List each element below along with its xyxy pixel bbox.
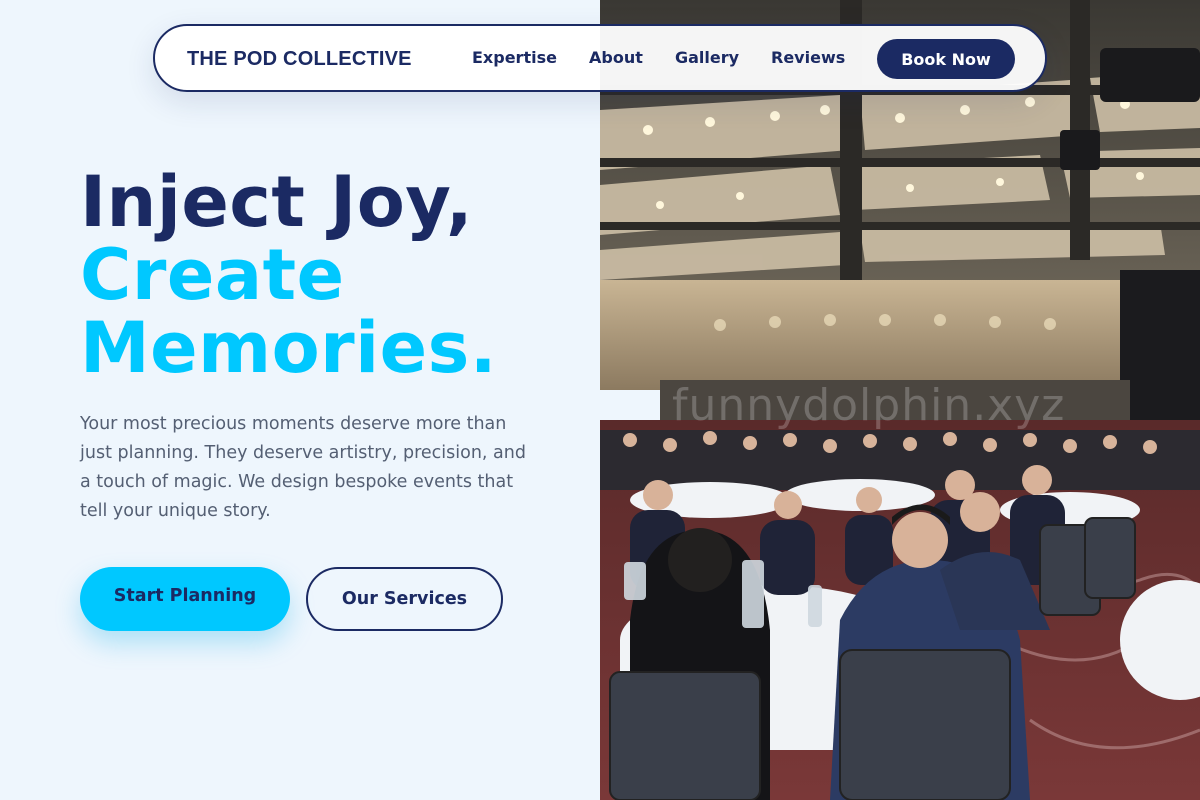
start-planning-button[interactable]: Start Planning: [80, 567, 290, 631]
hero-title: Inject Joy, Create Memories.: [80, 166, 497, 385]
hero-description: Your most precious moments deserve more …: [80, 414, 526, 521]
nav-link-reviews[interactable]: Reviews: [771, 48, 845, 67]
photo-watermark: funnydolphin.xyz: [672, 380, 1066, 431]
book-now-button[interactable]: Book Now: [877, 39, 1015, 79]
our-services-button[interactable]: Our Services: [306, 567, 503, 631]
brand-logo-text[interactable]: THE POD COLLECTIVE: [187, 48, 412, 71]
hero-title-line-3: Memories.: [80, 307, 497, 389]
nav-link-about[interactable]: About: [589, 48, 643, 67]
hero-title-line-1: Inject Joy,: [80, 161, 474, 243]
nav-link-expertise[interactable]: Expertise: [472, 48, 557, 67]
nav-link-gallery[interactable]: Gallery: [675, 48, 739, 67]
top-navbar: THE POD COLLECTIVE Expertise About Galle…: [153, 24, 1047, 92]
hero-title-line-2: Create: [80, 234, 345, 316]
